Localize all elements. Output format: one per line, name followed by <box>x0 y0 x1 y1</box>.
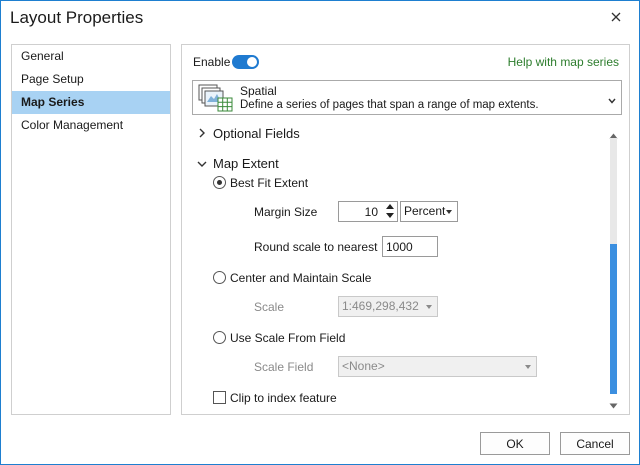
radio-indicator <box>213 271 226 285</box>
category-nav: General Page Setup Map Series Color Mana… <box>11 44 171 415</box>
checkbox-indicator <box>213 391 226 405</box>
scale-label: Scale <box>254 300 285 314</box>
clip-to-index-label: Clip to index feature <box>230 390 337 405</box>
scroll-up-icon[interactable] <box>609 128 618 139</box>
series-type-title: Spatial <box>240 84 277 98</box>
chevron-down-icon <box>197 159 207 171</box>
scale-dropdown[interactable]: 1:469,298,432 <box>338 296 438 317</box>
ok-button[interactable]: OK <box>480 432 550 455</box>
best-fit-extent-label: Best Fit Extent <box>230 175 309 190</box>
use-scale-from-field-radio[interactable]: Use Scale From Field <box>213 330 345 345</box>
best-fit-extent-radio[interactable]: Best Fit Extent <box>213 175 308 190</box>
toggle-knob <box>247 57 257 67</box>
margin-size-stepper[interactable] <box>338 201 398 222</box>
enable-label: Enable <box>193 55 231 69</box>
center-maintain-scale-radio[interactable]: Center and Maintain Scale <box>213 270 371 285</box>
map-extent-header[interactable]: Map Extent <box>197 156 279 171</box>
series-type-description: Define a series of pages that span a ran… <box>240 99 539 111</box>
radio-indicator <box>213 176 226 190</box>
map-extent-label: Map Extent <box>213 156 279 171</box>
scale-field-value: <None> <box>342 359 385 373</box>
use-scale-from-field-label: Use Scale From Field <box>230 330 346 345</box>
round-scale-field[interactable] <box>382 236 438 257</box>
scroll-down-icon[interactable] <box>609 398 618 409</box>
vertical-scrollbar[interactable] <box>607 128 620 409</box>
round-scale-input[interactable] <box>383 237 437 256</box>
optional-fields-header[interactable]: Optional Fields <box>197 126 300 141</box>
clip-to-index-checkbox[interactable]: Clip to index feature <box>213 390 337 405</box>
layout-properties-dialog: Layout Properties General Page Setup Map… <box>0 0 640 465</box>
scale-field-dropdown[interactable]: <None> <box>338 356 537 377</box>
margin-unit-dropdown[interactable]: Percent <box>400 201 458 222</box>
series-type-dropdown[interactable]: Spatial Define a series of pages that sp… <box>192 80 622 115</box>
scale-value: 1:469,298,432 <box>342 299 419 313</box>
nav-item-color-management[interactable]: Color Management <box>12 114 170 137</box>
margin-size-label: Margin Size <box>254 205 318 219</box>
margin-size-input[interactable] <box>339 202 381 221</box>
dialog-title: Layout Properties <box>10 8 144 27</box>
center-maintain-scale-label: Center and Maintain Scale <box>230 270 372 285</box>
enable-toggle[interactable] <box>232 55 259 69</box>
spin-arrows-icon[interactable] <box>385 203 395 220</box>
chevron-down-icon <box>525 365 531 369</box>
map-series-panel: Enable Help with map series Spatial Defi… <box>181 44 630 415</box>
nav-item-page-setup[interactable]: Page Setup <box>12 68 170 91</box>
title-bar: Layout Properties <box>1 1 639 35</box>
margin-unit-value: Percent <box>404 204 446 218</box>
optional-fields-label: Optional Fields <box>213 126 300 141</box>
round-scale-label: Round scale to nearest <box>254 240 378 254</box>
nav-item-general[interactable]: General <box>12 45 170 68</box>
scale-field-label: Scale Field <box>254 360 314 374</box>
spatial-series-icon <box>198 84 233 112</box>
scroll-thumb[interactable] <box>610 244 617 394</box>
close-icon[interactable] <box>609 10 623 24</box>
cancel-button[interactable]: Cancel <box>560 432 630 455</box>
nav-item-map-series[interactable]: Map Series <box>12 91 170 114</box>
chevron-down-icon <box>446 210 452 214</box>
help-link[interactable]: Help with map series <box>508 55 619 69</box>
chevron-down-icon <box>426 305 432 309</box>
chevron-down-icon <box>608 93 616 104</box>
chevron-right-icon <box>197 128 207 141</box>
radio-indicator <box>213 331 226 345</box>
